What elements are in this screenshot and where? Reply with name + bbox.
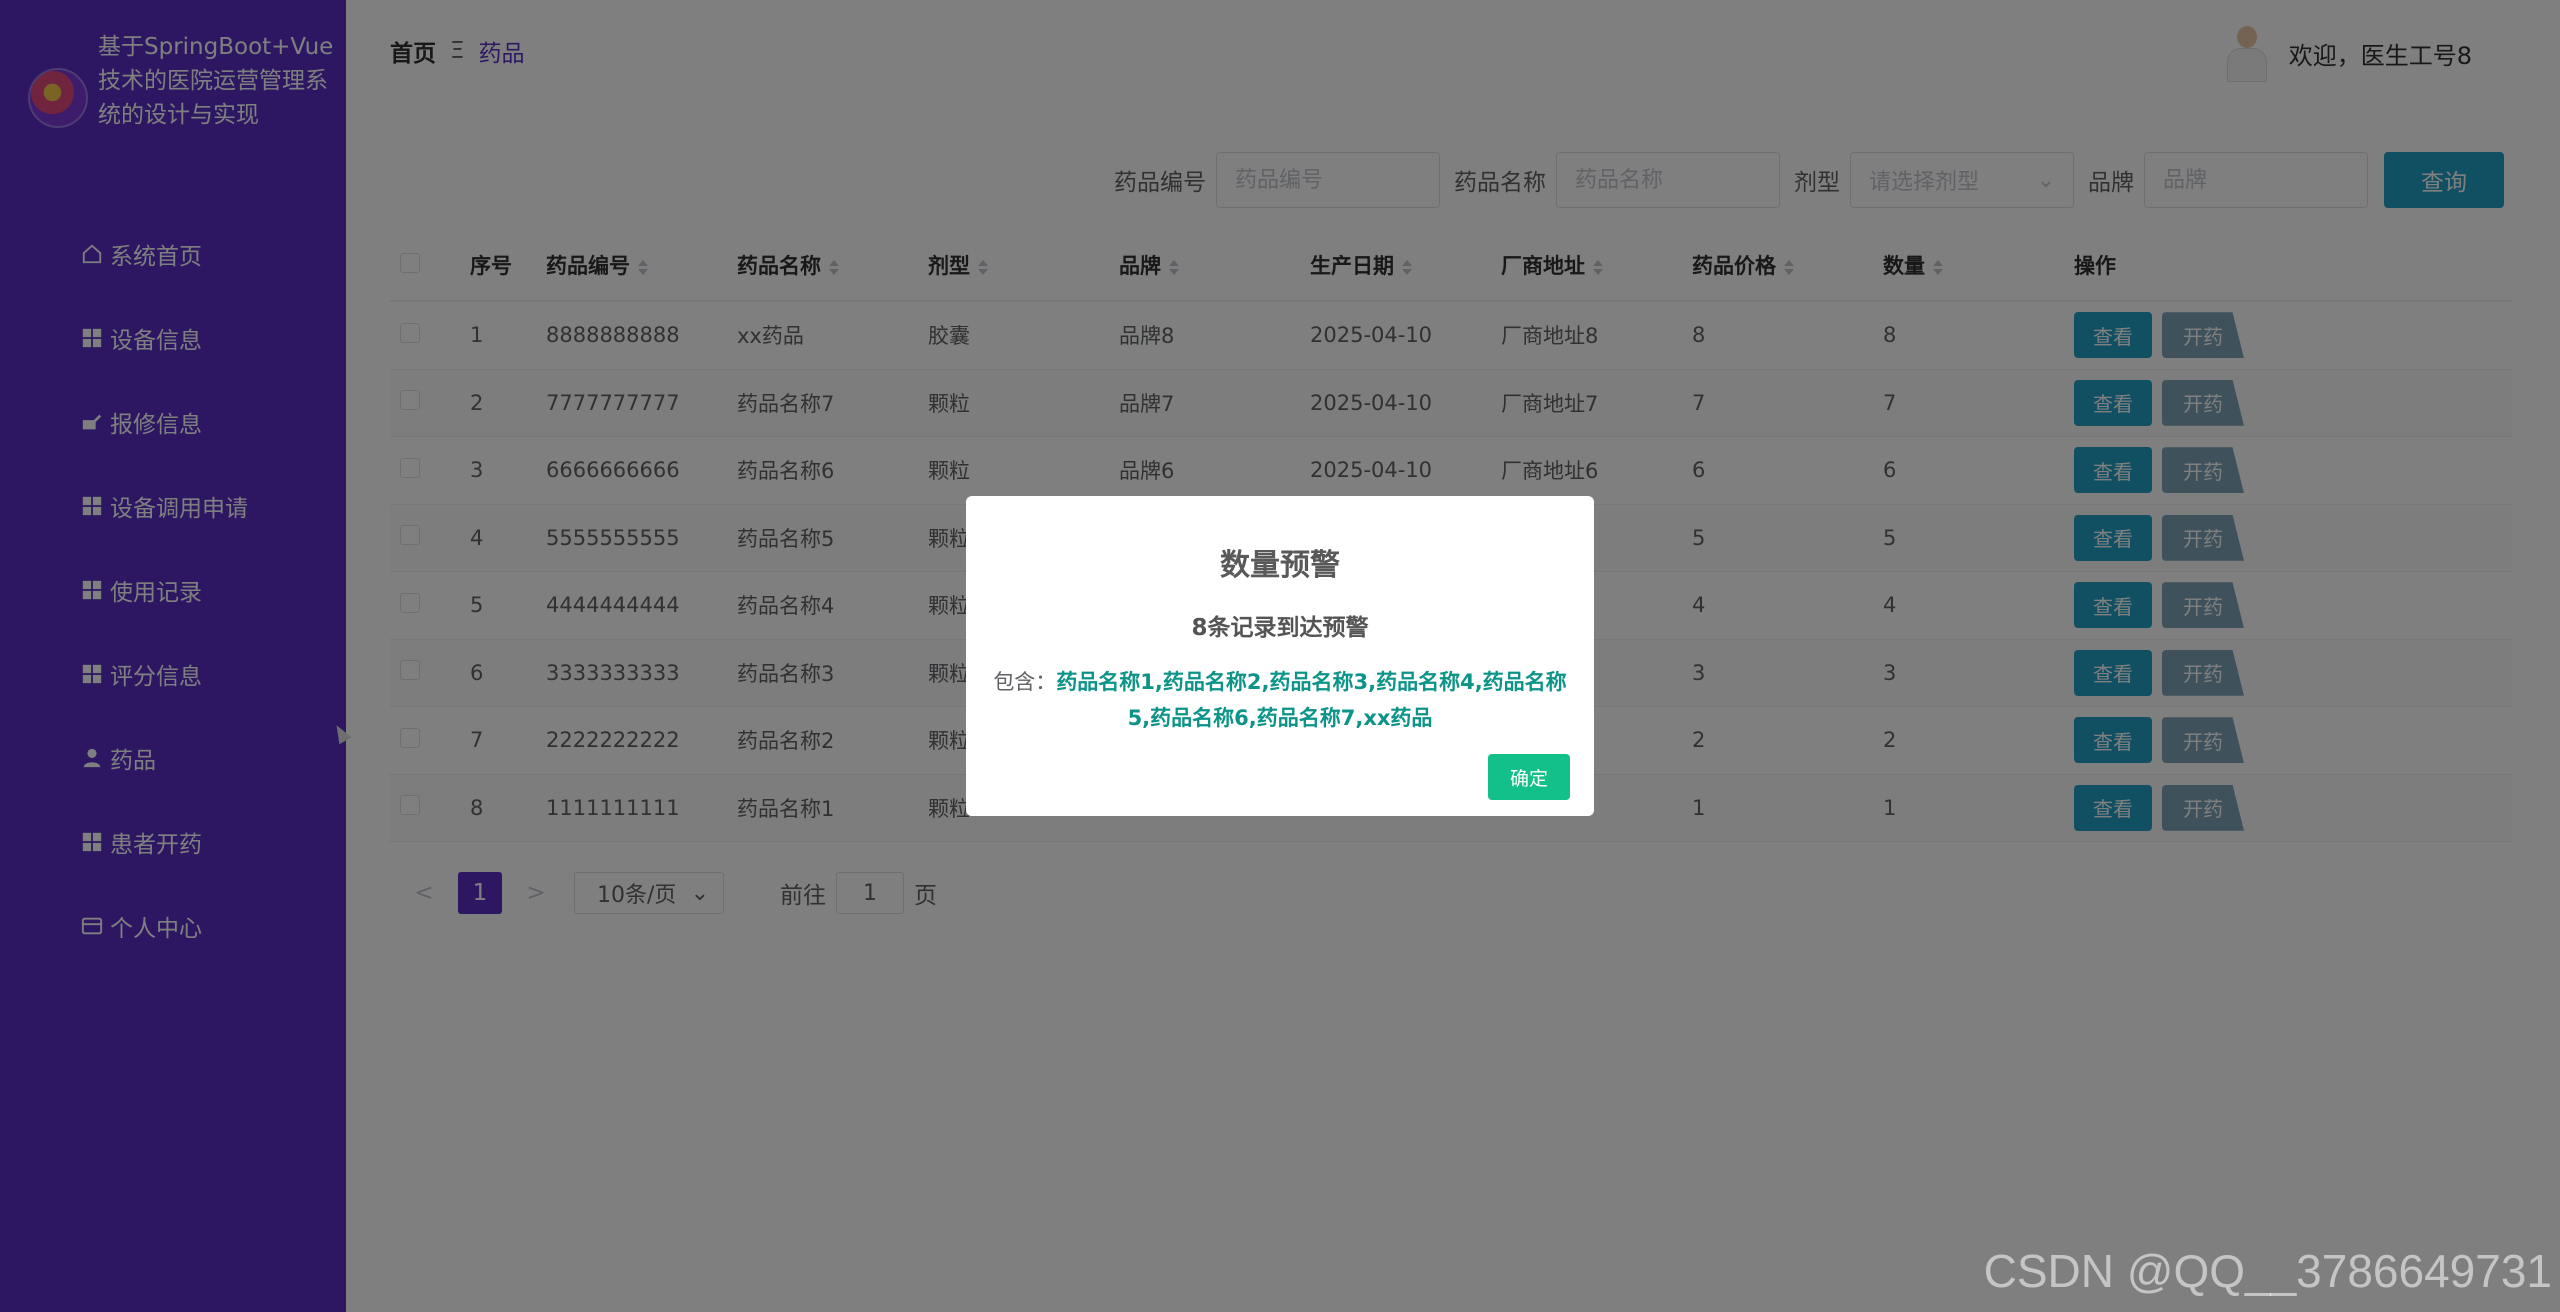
dialog-subtitle: 8条记录到达预警 [1191, 615, 1369, 641]
dialog-body: 包含：药品名称1,药品名称2,药品名称3,药品名称4,药品名称5,药品名称6,药… [990, 664, 1570, 736]
dialog-title: 数量预警 [1220, 548, 1340, 583]
contains-list: 药品名称1,药品名称2,药品名称3,药品名称4,药品名称5,药品名称6,药品名称… [1056, 670, 1567, 730]
contains-label: 包含： [993, 670, 1057, 694]
watermark: CSDN @QQ__3786649731 [1983, 1245, 2552, 1297]
confirm-button[interactable]: 确定 [1488, 754, 1570, 800]
stock-warning-dialog: 数量预警 8条记录到达预警 包含：药品名称1,药品名称2,药品名称3,药品名称4… [966, 496, 1594, 816]
